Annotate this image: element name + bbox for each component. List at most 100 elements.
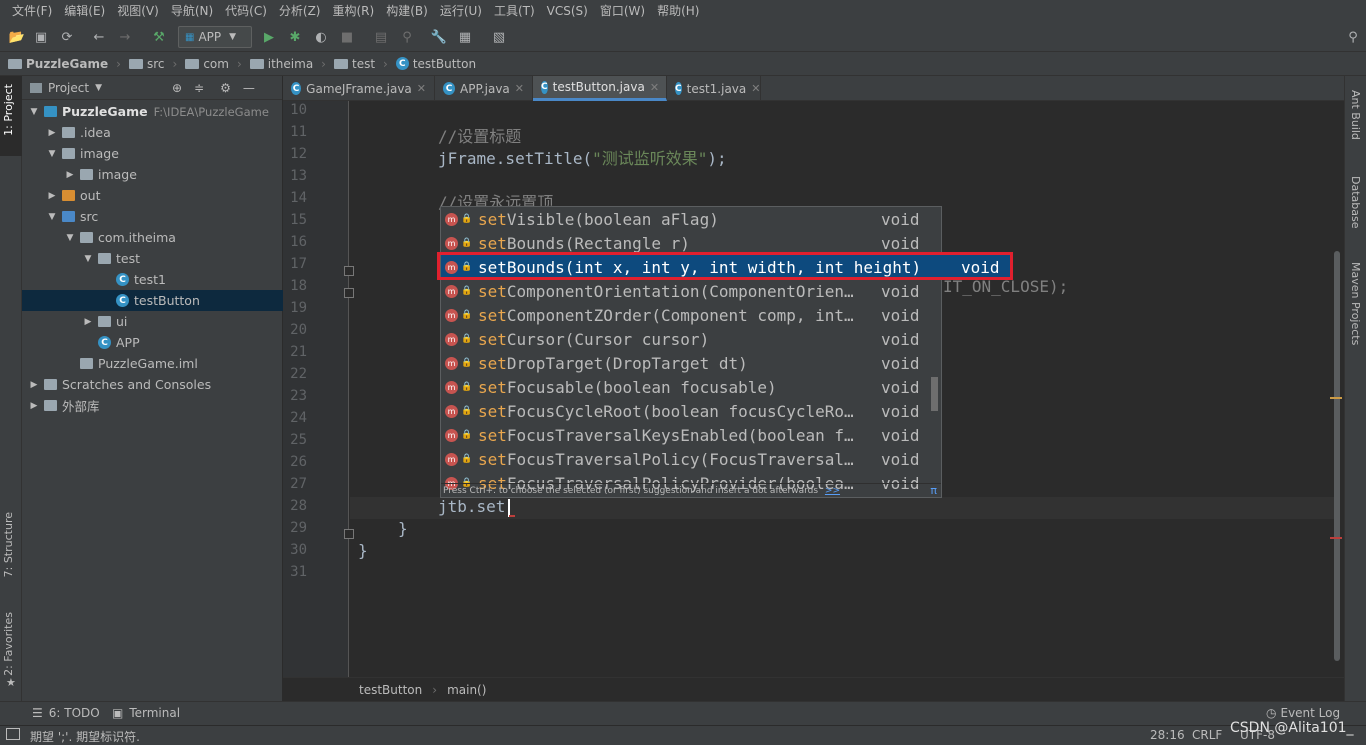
favorites-tool-tab[interactable]: 2: Favorites xyxy=(2,612,15,676)
tree-node[interactable]: ▶ ui xyxy=(22,311,283,332)
tree-node[interactable]: ▶ 外部库 xyxy=(22,395,283,416)
project-structure-icon[interactable]: ▦ xyxy=(456,28,474,46)
tree-node[interactable]: ▼ test xyxy=(22,248,283,269)
tree-node[interactable]: ▶ .idea xyxy=(22,122,283,143)
completion-item[interactable]: m 🔒 setFocusTraversalPolicy(FocusTraversal… xyxy=(441,447,941,471)
menu-item[interactable]: 工具(T) xyxy=(488,0,541,22)
tree-node[interactable]: C APP xyxy=(22,332,283,353)
completion-scrollbar[interactable] xyxy=(931,377,938,411)
tree-node[interactable]: ▼ image xyxy=(22,143,283,164)
warning-marker[interactable] xyxy=(1330,397,1342,399)
menu-item[interactable]: 文件(F) xyxy=(6,0,58,22)
collapsed-arrow-icon[interactable]: ▶ xyxy=(28,380,40,390)
breadcrumb-item[interactable]: itheima › xyxy=(249,57,334,71)
chevron-down-icon[interactable]: ▼ xyxy=(95,83,102,93)
menu-item[interactable]: 导航(N) xyxy=(165,0,219,22)
attach-icon[interactable]: ▤ xyxy=(372,28,390,46)
collapsed-arrow-icon[interactable]: ▶ xyxy=(46,128,58,138)
tree-node[interactable]: Ctest1 xyxy=(22,269,283,290)
editor-tab[interactable]: Ctest1.java ✕ xyxy=(667,76,761,101)
menu-item[interactable]: 重构(R) xyxy=(327,0,381,22)
editor-tab[interactable]: C APP.java ✕ xyxy=(435,76,533,101)
terminal-tab[interactable]: ▣ Terminal xyxy=(112,706,180,720)
expanded-arrow-icon[interactable]: ▼ xyxy=(46,149,58,159)
breadcrumb-item[interactable]: com › xyxy=(185,57,249,71)
tree-node[interactable]: ▶ Scratches and Consoles xyxy=(22,374,283,395)
tree-node[interactable]: ▶ image xyxy=(22,164,283,185)
back-icon[interactable]: ← xyxy=(90,28,108,46)
settings-wrench-icon[interactable]: 🔧 xyxy=(430,28,448,46)
stop-icon[interactable]: ■ xyxy=(338,28,356,46)
menu-item[interactable]: 运行(U) xyxy=(434,0,488,22)
ant-build-tab[interactable]: Ant Build xyxy=(1349,90,1362,140)
expanded-arrow-icon[interactable]: ▼ xyxy=(64,233,76,243)
close-icon[interactable]: ✕ xyxy=(751,82,760,95)
completion-item[interactable]: m 🔒 setFocusCycleRoot(boolean focusCycleRo… xyxy=(441,399,941,423)
locate-icon[interactable]: ⊕ xyxy=(172,81,182,95)
menu-item[interactable]: 分析(Z) xyxy=(273,0,327,22)
forward-icon[interactable]: → xyxy=(116,28,134,46)
editor-breadcrumb-item[interactable]: testButton xyxy=(359,683,422,697)
fold-marker-icon[interactable] xyxy=(344,288,354,298)
todo-tab[interactable]: ☰ 6: TODO xyxy=(32,706,100,720)
completion-item[interactable]: m 🔒 setVisible(boolean aFlag) void xyxy=(441,207,941,231)
menu-item[interactable]: VCS(S) xyxy=(541,0,594,22)
cursor-position[interactable]: 28:16 xyxy=(1150,728,1185,742)
tree-node[interactable]: ▼ src xyxy=(22,206,283,227)
completion-item[interactable]: m 🔒 setCursor(Cursor cursor) void xyxy=(441,327,941,351)
gear-icon[interactable]: ⚙ xyxy=(220,81,231,95)
collapse-icon[interactable]: ≑ xyxy=(194,81,204,95)
menu-item[interactable]: 窗口(W) xyxy=(594,0,651,22)
sync-icon[interactable]: ⟳ xyxy=(58,28,76,46)
sdk-icon[interactable]: ▧ xyxy=(490,28,508,46)
collapsed-arrow-icon[interactable]: ▶ xyxy=(28,401,40,411)
line-separator[interactable]: CRLF xyxy=(1192,728,1222,742)
coverage-icon[interactable]: ◐ xyxy=(312,28,330,46)
tree-node[interactable]: PuzzleGame.iml xyxy=(22,353,283,374)
expanded-arrow-icon[interactable]: ▼ xyxy=(46,212,58,222)
completion-item[interactable]: m 🔒 setFocusTraversalKeysEnabled(boolean f… xyxy=(441,423,941,447)
collapsed-arrow-icon[interactable]: ▶ xyxy=(46,191,58,201)
editor-breadcrumb-item[interactable]: main() xyxy=(447,683,486,697)
menu-item[interactable]: 代码(C) xyxy=(219,0,273,22)
fold-marker-icon[interactable] xyxy=(344,529,354,539)
tree-node[interactable]: CtestButton xyxy=(22,290,283,311)
menu-item[interactable]: 视图(V) xyxy=(111,0,165,22)
structure-tool-tab[interactable]: 7: Structure xyxy=(2,512,15,577)
run-icon[interactable]: ▶ xyxy=(260,28,278,46)
expanded-arrow-icon[interactable]: ▼ xyxy=(28,107,40,117)
panel-toggle-icon[interactable] xyxy=(6,728,20,740)
editor-tab[interactable]: CtestButton.java ✕ xyxy=(533,76,667,101)
maven-projects-tab[interactable]: Maven Projects xyxy=(1349,262,1362,345)
build-hammer-icon[interactable]: ⚒ xyxy=(150,28,168,46)
project-tool-tab[interactable]: 1: Project xyxy=(2,84,15,136)
completion-more-link[interactable]: >> xyxy=(825,486,840,496)
tree-node[interactable]: ▶ out xyxy=(22,185,283,206)
completion-pi[interactable]: π xyxy=(930,484,937,498)
collapsed-arrow-icon[interactable]: ▶ xyxy=(82,317,94,327)
open-folder-icon[interactable]: 📂 xyxy=(8,28,26,46)
close-icon[interactable]: ✕ xyxy=(515,82,524,95)
close-icon[interactable]: ✕ xyxy=(650,81,659,94)
breadcrumb-item[interactable]: test › xyxy=(333,57,396,71)
event-log-tab[interactable]: ◷ Event Log xyxy=(1266,706,1340,720)
close-icon[interactable]: ✕ xyxy=(417,82,426,95)
profile-icon[interactable]: ⚲ xyxy=(398,28,416,46)
completion-item[interactable]: m 🔒 setComponentOrientation(ComponentOrien… xyxy=(441,279,941,303)
fold-marker-icon[interactable] xyxy=(344,266,354,276)
hide-icon[interactable]: — xyxy=(243,81,255,95)
editor-scrollbar[interactable] xyxy=(1334,251,1340,661)
run-config-select[interactable]: ▦ APP ▼ xyxy=(178,26,252,48)
error-marker[interactable] xyxy=(1330,537,1342,539)
menu-item[interactable]: 帮助(H) xyxy=(651,0,705,22)
expanded-arrow-icon[interactable]: ▼ xyxy=(82,254,94,264)
search-icon[interactable]: ⚲ xyxy=(1344,28,1362,46)
menu-item[interactable]: 编辑(E) xyxy=(58,0,111,22)
completion-item[interactable]: m 🔒 setDropTarget(DropTarget dt) void xyxy=(441,351,941,375)
database-tab[interactable]: Database xyxy=(1349,176,1362,229)
tree-node[interactable]: ▼ com.itheima xyxy=(22,227,283,248)
save-icon[interactable]: ▣ xyxy=(32,28,50,46)
completion-item[interactable]: m 🔒 setFocusable(boolean focusable) void xyxy=(441,375,941,399)
breadcrumb-item[interactable]: CtestButton xyxy=(395,57,484,71)
debug-icon[interactable]: ✱ xyxy=(286,28,304,46)
